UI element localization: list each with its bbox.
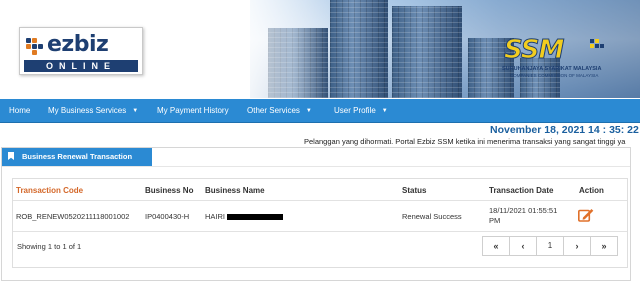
nav-business-services-label: My Business Services [48, 106, 127, 115]
panel-title-tab: Business Renewal Transaction [2, 148, 152, 166]
cell-date-line1: 18/11/2021 01:55:51 [489, 206, 558, 215]
transactions-table: Transaction Code Business No Business Na… [12, 178, 628, 268]
nav-other-services-label: Other Services [247, 106, 300, 115]
cell-business-no: IP0400430-H [145, 212, 190, 221]
col-business-name[interactable]: Business Name [205, 186, 265, 195]
ssm-line1: SURUHANJAYA SYARIKAT MALAYSIA [502, 66, 602, 72]
page-current[interactable]: 1 [536, 236, 564, 256]
table-header: Transaction Code Business No Business Na… [13, 179, 627, 201]
cell-date-line2: PM [489, 216, 501, 225]
panel-title: Business Renewal Transaction [22, 152, 133, 161]
caret-down-icon: ▼ [381, 108, 388, 114]
panel-divider [2, 166, 630, 167]
pagination: « ‹ 1 › » [482, 236, 618, 256]
nav-home[interactable]: Home [9, 99, 30, 123]
nav-user-profile[interactable]: User Profile ▼ [334, 99, 388, 123]
caret-down-icon: ▼ [132, 108, 139, 114]
main-nav: Home My Business Services ▼ My Payment Hi… [0, 99, 640, 123]
cell-status: Renewal Success [402, 212, 462, 221]
edit-icon[interactable] [578, 208, 594, 222]
nav-user-profile-label: User Profile [334, 106, 376, 115]
col-status[interactable]: Status [402, 186, 426, 195]
renewal-panel: Business Renewal Transaction Transaction… [1, 147, 631, 281]
banner-building [330, 0, 388, 98]
current-datetime: November 18, 2021 14 : 35: 22 [490, 124, 639, 136]
ezbiz-logo[interactable]: ezbiz ONLINE [19, 27, 143, 75]
page-last-button[interactable]: » [590, 236, 618, 256]
logo-sub: ONLINE [24, 60, 138, 72]
page-first-button[interactable]: « [482, 236, 510, 256]
ssm-line2: COMPANIES COMMISSION OF MALAYSIA [510, 73, 599, 78]
table-footer: Showing 1 to 1 of 1 « ‹ 1 › » [13, 231, 627, 267]
nav-payment-history-label: My Payment History [157, 106, 229, 115]
showing-count: Showing 1 to 1 of 1 [17, 242, 82, 251]
page-prev-button[interactable]: ‹ [509, 236, 537, 256]
col-transaction-code[interactable]: Transaction Code [16, 186, 83, 195]
nav-business-services[interactable]: My Business Services ▼ [48, 99, 138, 123]
ssm-dots-icon [590, 39, 604, 48]
nav-payment-history[interactable]: My Payment History [157, 99, 229, 123]
banner-building [392, 6, 462, 98]
col-business-no[interactable]: Business No [145, 186, 193, 195]
logo-dots-icon [26, 38, 43, 55]
caret-down-icon: ▼ [305, 108, 312, 114]
nav-home-label: Home [9, 106, 31, 115]
logo-word: ezbiz [47, 32, 109, 57]
business-name-text: HAIRI [205, 212, 226, 221]
header-banner: ezbiz ONLINE SSM SURUHANJAYA SYARIKAT MA… [0, 0, 640, 98]
nav-other-services[interactable]: Other Services ▼ [247, 99, 312, 123]
ssm-logo: SSM SURUHANJAYA SYARIKAT MALAYSIA COMPAN… [486, 35, 626, 95]
col-action: Action [579, 186, 604, 195]
bookmark-icon [8, 152, 14, 160]
cell-transaction-code: ROB_RENEW0520211118001002 [16, 212, 130, 221]
table-row: ROB_RENEW0520211118001002 IP0400430-H HA… [13, 201, 627, 231]
col-transaction-date[interactable]: Transaction Date [489, 186, 553, 195]
cell-business-name: HAIRI [205, 212, 285, 221]
page-next-button[interactable]: › [563, 236, 591, 256]
announcement-marquee: Pelanggan yang dihormati. Portal Ezbiz S… [304, 137, 626, 146]
ssm-letters: SSM [503, 35, 564, 66]
redaction-bar [226, 213, 285, 221]
